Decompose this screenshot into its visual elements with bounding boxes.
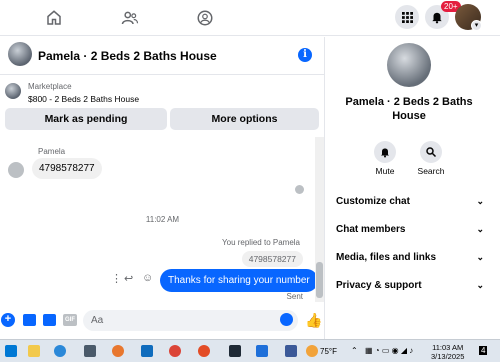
app-icon-3[interactable] [285,345,297,357]
windows-taskbar: 75°F ⌃ ▦ ◔ ▭ ◉ ◢ ♪ 11:03 AM 3/13/2025 4 [0,339,500,362]
tray-icons[interactable]: ▦ ◔ ▭ ◉ ◢ ♪ [365,346,413,355]
message-input[interactable]: Aa [83,310,298,331]
emoji-icon[interactable] [280,313,293,326]
mail-icon[interactable] [141,345,153,357]
section-label: Chat members [336,223,406,235]
store-icon[interactable] [84,345,96,357]
chevron-down-icon[interactable]: ▾ [471,20,482,31]
chrome-icon[interactable] [169,345,181,357]
menu-grid-icon[interactable] [395,5,419,29]
media-files-links-section[interactable]: Media, files and links ⌄ [336,247,484,267]
chat-header: Pamela · 2 Beds 2 Baths House i [0,37,325,75]
sender-name: Pamela [38,147,66,156]
search-icon[interactable] [420,141,442,163]
section-label: Privacy & support [336,279,422,291]
edge-icon[interactable] [54,345,66,357]
quoted-message[interactable]: 4798578277 [241,251,303,267]
photo-icon[interactable] [23,314,36,326]
tray-chevron-icon[interactable]: ⌃ [351,346,358,355]
info-icon[interactable]: i [298,48,312,62]
start-icon[interactable] [5,345,17,357]
listing-title[interactable]: $800 - 2 Beds 2 Baths House [28,94,139,104]
chevron-down-icon: ⌄ [476,195,484,206]
clock[interactable]: 11:03 AM 3/13/2025 [431,343,464,361]
firefox-icon[interactable] [112,345,124,357]
search-label[interactable]: Search [409,166,453,176]
chat-members-section[interactable]: Chat members ⌄ [336,219,484,239]
chrome-profile-icon[interactable] [198,345,210,357]
react-emoji-icon[interactable]: ☺ [142,272,153,284]
chevron-down-icon: ⌄ [476,223,484,234]
sender-avatar[interactable] [8,162,24,178]
bell-icon[interactable] [374,141,396,163]
more-actions-icon[interactable]: ⋮ [111,272,122,285]
message-composer: + GIF Aa 👍 [0,309,325,333]
privacy-support-section[interactable]: Privacy & support ⌄ [336,275,484,295]
gif-icon[interactable]: GIF [63,314,77,326]
top-navigation-bar: 20+ ▾ [0,0,500,36]
timestamp: 11:02 AM [145,215,180,224]
thumbs-up-icon[interactable]: 👍 [305,312,322,329]
chevron-down-icon: ⌄ [476,279,484,290]
notification-center-badge[interactable]: 4 [479,346,488,355]
reply-icon[interactable]: ↩ [124,272,133,285]
weather-icon[interactable] [306,345,318,357]
message-thread: Pamela 4798578277 11:02 AM You replied t… [0,137,325,307]
replied-note: You replied to Pamela [222,238,300,247]
home-icon[interactable] [41,6,67,30]
clock-date: 3/13/2025 [431,352,465,361]
read-receipt-avatar [295,185,304,194]
mark-as-pending-button[interactable]: Mark as pending [5,108,167,130]
add-plus-icon[interactable]: + [1,313,15,327]
conversation-avatar[interactable] [387,43,431,87]
more-options-button[interactable]: More options [170,108,319,130]
section-label: Media, files and links [336,251,437,263]
outgoing-message[interactable]: Thanks for sharing your number [160,269,318,292]
chevron-down-icon: ⌄ [476,251,484,262]
mute-label[interactable]: Mute [363,166,407,176]
incoming-message[interactable]: 4798578277 [32,158,102,179]
weather-temperature[interactable]: 75°F [320,347,337,356]
scrollbar-thumb[interactable] [316,262,323,298]
conversation-name: Pamela · 2 Beds 2 Baths House [345,96,473,122]
app-icon-2[interactable] [256,345,268,357]
listing-thumbnail[interactable] [8,42,32,66]
app-icon[interactable] [229,345,241,357]
groups-icon[interactable] [192,6,218,30]
friends-icon[interactable] [117,6,143,30]
chat-title[interactable]: Pamela · 2 Beds 2 Baths House [38,49,217,63]
sticker-icon[interactable] [43,314,56,326]
message-status: Sent [286,292,303,301]
customize-chat-section[interactable]: Customize chat ⌄ [336,191,484,211]
section-label: Customize chat [336,195,410,207]
marketplace-label: Marketplace [28,82,72,91]
file-explorer-icon[interactable] [28,345,40,357]
clock-time: 11:03 AM [432,343,464,352]
listing-small-thumbnail[interactable] [5,83,21,99]
